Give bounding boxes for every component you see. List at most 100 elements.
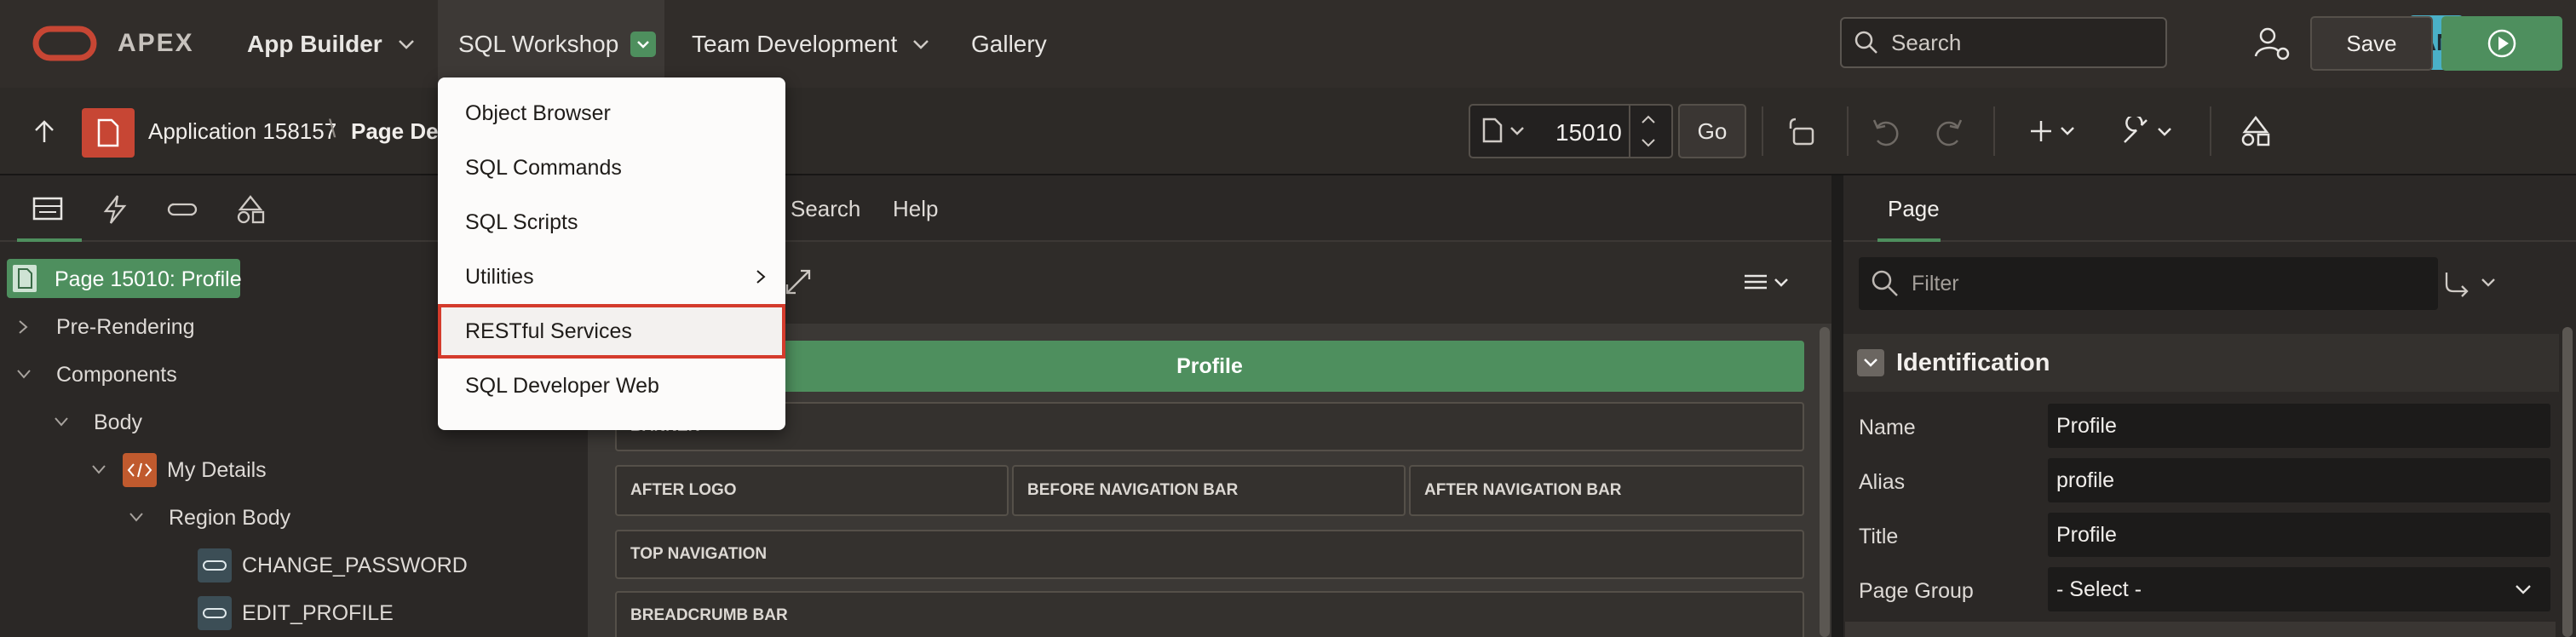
alias-field[interactable]: profile bbox=[2048, 458, 2550, 502]
chevron-down-icon[interactable] bbox=[128, 511, 145, 523]
nav-gallery-label: Gallery bbox=[971, 30, 1047, 57]
chevron-down-icon bbox=[398, 39, 415, 49]
menu-item-object-browser[interactable]: Object Browser bbox=[438, 86, 785, 141]
position-after-navigation-bar[interactable]: AFTER NAVIGATION BAR bbox=[1409, 465, 1804, 516]
lightning-icon[interactable] bbox=[102, 194, 128, 225]
tab-page[interactable]: Page bbox=[1877, 175, 1941, 242]
tree-node-page[interactable]: Page 15010: Profile bbox=[7, 259, 242, 298]
tree-node-page-label: Page 15010: Profile bbox=[55, 267, 242, 291]
shapes-icon[interactable] bbox=[2239, 115, 2273, 147]
shapes-icon[interactable] bbox=[235, 194, 266, 225]
position-after-logo[interactable]: AFTER LOGO bbox=[615, 465, 1009, 516]
run-icon bbox=[2487, 28, 2517, 59]
tree-node-body[interactable]: Body bbox=[94, 410, 142, 435]
nav-sql-workshop-label: SQL Workshop bbox=[458, 30, 619, 57]
chevron-down-icon[interactable] bbox=[53, 416, 70, 428]
section-identification-title: Identification bbox=[1896, 349, 2050, 376]
processing-icon[interactable] bbox=[167, 194, 198, 225]
list-icon[interactable] bbox=[1743, 273, 1794, 295]
menu-item-restful-services[interactable]: RESTful Services bbox=[438, 304, 785, 359]
decrement-icon[interactable] bbox=[1641, 138, 1656, 148]
search-input[interactable]: Search bbox=[1840, 17, 2167, 68]
chevron-down-icon bbox=[1857, 349, 1884, 376]
position-top-navigation[interactable]: TOP NAVIGATION bbox=[615, 530, 1804, 579]
save-button[interactable]: Save bbox=[2310, 16, 2433, 71]
page-group-select[interactable]: - Select - bbox=[2048, 567, 2550, 611]
page-number-input[interactable]: 15010 bbox=[1555, 119, 1622, 146]
menu-item-sql-scripts[interactable]: SQL Scripts bbox=[438, 195, 785, 250]
lock-icon[interactable] bbox=[1787, 117, 1816, 147]
tree-node-components[interactable]: Components bbox=[56, 363, 177, 387]
title-field[interactable]: Profile bbox=[2048, 513, 2550, 557]
tree-node-pre-rendering[interactable]: Pre-Rendering bbox=[56, 315, 195, 340]
position-before-navigation-bar[interactable]: BEFORE NAVIGATION BAR bbox=[1012, 465, 1406, 516]
tree-node-change-password[interactable]: CHANGE_PASSWORD bbox=[242, 554, 468, 578]
panel-splitter[interactable] bbox=[1831, 175, 1843, 637]
name-field[interactable]: Profile bbox=[2048, 404, 2550, 448]
nav-sql-workshop[interactable]: SQL Workshop bbox=[438, 0, 664, 88]
position-breadcrumb-bar[interactable]: BREADCRUMB BAR bbox=[615, 591, 1804, 637]
top-navigation-bar: APEX App Builder SQL Workshop Team Devel… bbox=[0, 0, 2576, 88]
search-icon bbox=[1871, 269, 1900, 298]
oracle-logo-icon[interactable] bbox=[32, 26, 97, 61]
section-identification[interactable]: Identification bbox=[1843, 334, 2559, 392]
name-label: Name bbox=[1859, 416, 1916, 439]
region-icon bbox=[123, 453, 157, 487]
button-icon bbox=[198, 548, 232, 582]
undo-icon[interactable] bbox=[1871, 117, 1901, 147]
brand-name[interactable]: APEX bbox=[118, 29, 194, 58]
position-banner[interactable]: BANNER bbox=[615, 402, 1804, 451]
wrench-icon[interactable] bbox=[2121, 117, 2176, 146]
tab-search[interactable]: Search bbox=[791, 196, 860, 222]
user-gear-icon[interactable] bbox=[2254, 26, 2291, 63]
menu-item-utilities-label: Utilities bbox=[465, 264, 534, 289]
nav-team-development[interactable]: Team Development bbox=[692, 0, 930, 88]
run-button[interactable] bbox=[2441, 16, 2562, 71]
redo-icon[interactable] bbox=[1934, 117, 1964, 147]
tree-node-region-body[interactable]: Region Body bbox=[169, 506, 290, 531]
page-group-label: Page Group bbox=[1859, 579, 1974, 603]
increment-icon[interactable] bbox=[1641, 114, 1656, 124]
chevron-down-icon[interactable] bbox=[90, 463, 107, 475]
button-icon bbox=[198, 596, 232, 630]
list-icon bbox=[32, 196, 63, 221]
plus-icon[interactable] bbox=[2029, 118, 2077, 144]
search-placeholder: Search bbox=[1891, 29, 1962, 55]
tree-node-edit-profile[interactable]: EDIT_PROFILE bbox=[242, 601, 394, 626]
up-arrow-icon[interactable] bbox=[32, 118, 56, 144]
tab-help[interactable]: Help bbox=[893, 196, 938, 222]
page-icon bbox=[12, 264, 37, 293]
page-icon[interactable] bbox=[82, 108, 135, 158]
property-scrollbar[interactable] bbox=[2562, 327, 2573, 637]
nav-gallery[interactable]: Gallery bbox=[971, 0, 1056, 88]
page-group-selected: - Select - bbox=[2056, 577, 2142, 601]
sql-workshop-menu: Object Browser SQL Commands SQL Scripts … bbox=[438, 77, 785, 430]
page-designer-toolbar: Application 158157 \ Page Des 15010 Go bbox=[0, 88, 2576, 175]
chevron-down-icon bbox=[1509, 126, 1525, 136]
breadcrumb-application[interactable]: Application 158157 bbox=[148, 118, 336, 145]
menu-item-sql-developer-web[interactable]: SQL Developer Web bbox=[438, 359, 785, 413]
menu-item-utilities[interactable]: Utilities bbox=[438, 250, 785, 304]
expand-icon[interactable] bbox=[784, 267, 813, 296]
go-button[interactable]: Go bbox=[1678, 104, 1746, 158]
profile-region-bar[interactable]: Profile bbox=[615, 341, 1804, 392]
filter-input[interactable]: Filter bbox=[1859, 257, 2438, 310]
goto-icon[interactable] bbox=[2441, 269, 2503, 298]
nav-app-builder-label: App Builder bbox=[247, 30, 382, 57]
chevron-down-icon bbox=[630, 31, 657, 57]
tree-node-my-details[interactable]: My Details bbox=[167, 458, 267, 483]
right-panel-tabs: Page bbox=[1843, 175, 2576, 242]
filter-placeholder: Filter bbox=[1912, 272, 1959, 296]
chevron-down-icon[interactable] bbox=[15, 368, 32, 380]
chevron-down-icon bbox=[912, 39, 929, 49]
page-number-selector[interactable]: 15010 bbox=[1469, 104, 1673, 158]
tab-rendering[interactable] bbox=[17, 175, 82, 242]
chevron-down-icon bbox=[2515, 584, 2532, 594]
chevron-right-icon[interactable] bbox=[17, 318, 29, 336]
layout-scrollbar[interactable] bbox=[1820, 327, 1830, 637]
search-icon bbox=[1854, 30, 1879, 55]
menu-item-sql-commands[interactable]: SQL Commands bbox=[438, 141, 785, 195]
breadcrumb-page: Page Des bbox=[351, 118, 451, 144]
nav-app-builder[interactable]: App Builder bbox=[247, 0, 417, 88]
chevron-right-icon bbox=[755, 268, 767, 285]
